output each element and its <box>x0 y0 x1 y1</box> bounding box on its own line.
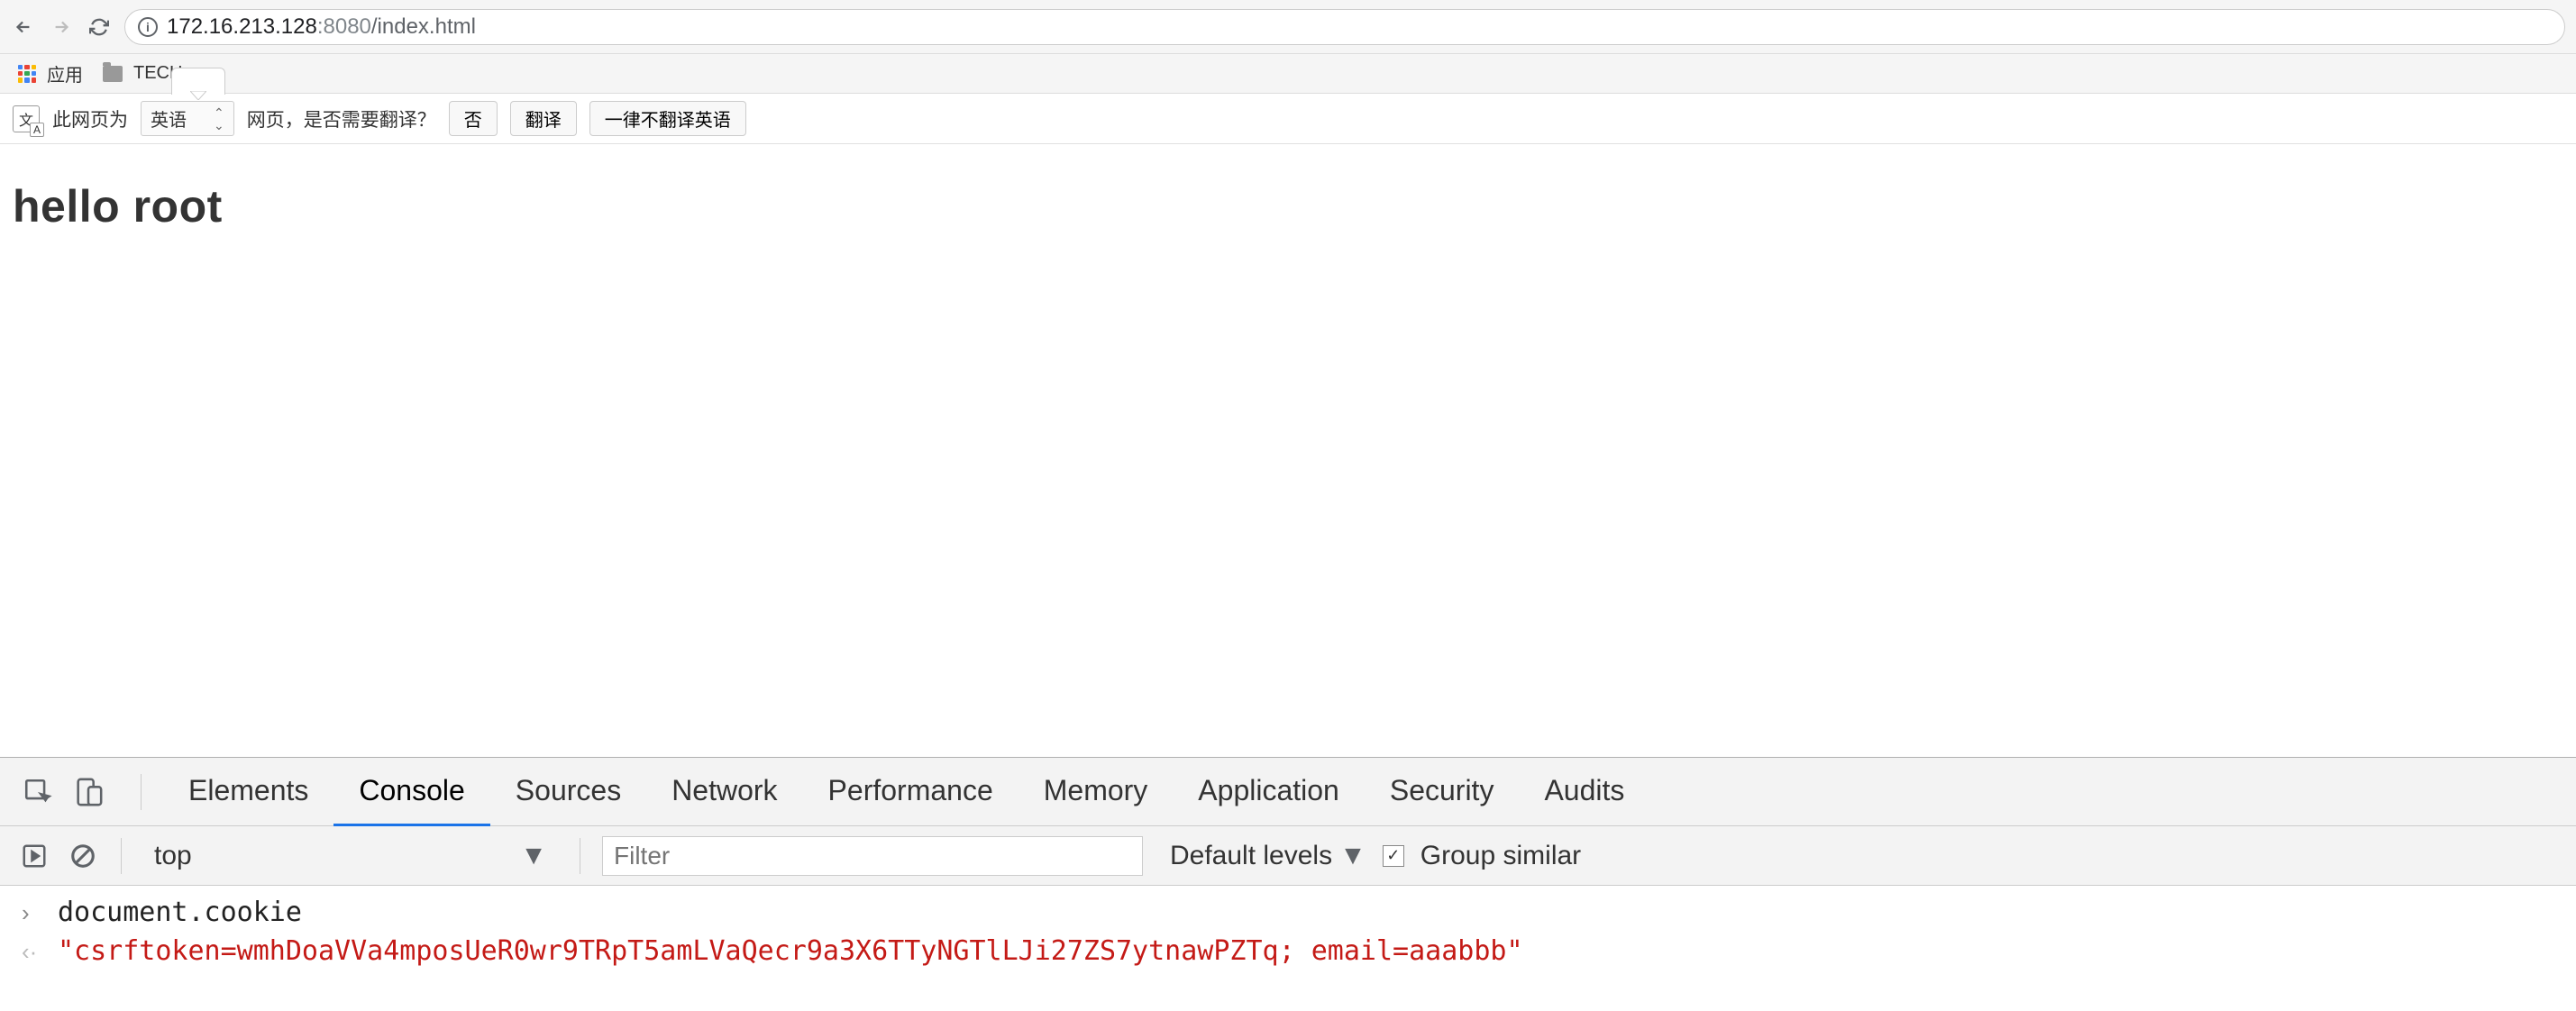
tab-security[interactable]: Security <box>1365 758 1520 826</box>
separator <box>141 774 142 810</box>
bookmarks-bar: 应用 TECH <box>0 54 2576 94</box>
output-prompt-icon: ‹· <box>22 938 40 966</box>
console-command: document.cookie <box>58 897 302 928</box>
context-value: top <box>154 841 192 871</box>
inspect-element-icon[interactable] <box>18 772 58 812</box>
apps-icon[interactable] <box>18 65 36 83</box>
page-heading: hello root <box>13 180 2563 232</box>
reload-button[interactable] <box>87 14 112 40</box>
tab-memory[interactable]: Memory <box>1019 758 1174 826</box>
clear-console-icon[interactable] <box>67 840 99 872</box>
language-select[interactable]: 英语 ⌃⌄ <box>141 101 234 136</box>
tab-console[interactable]: Console <box>333 758 489 826</box>
url-path: /index.html <box>371 14 476 39</box>
translate-no-button[interactable]: 否 <box>449 101 498 136</box>
back-button[interactable] <box>11 14 36 40</box>
translate-never-button[interactable]: 一律不翻译英语 <box>589 101 746 136</box>
tab-performance[interactable]: Performance <box>803 758 1019 826</box>
tab-elements[interactable]: Elements <box>163 758 333 826</box>
apps-label[interactable]: 应用 <box>47 60 83 87</box>
translate-question: 网页，是否需要翻译？ <box>247 105 436 132</box>
url-port: :8080 <box>317 14 371 39</box>
address-bar[interactable]: i 172.16.213.128:8080/index.html <box>124 9 2565 45</box>
play-icon[interactable] <box>18 840 50 872</box>
input-prompt-icon: › <box>22 899 40 927</box>
site-info-icon[interactable]: i <box>138 17 158 37</box>
tab-audits[interactable]: Audits <box>1519 758 1649 826</box>
page-content: hello root <box>0 144 2576 757</box>
group-similar-checkbox[interactable]: ✓ <box>1383 845 1404 867</box>
context-select[interactable]: top ▼ <box>143 841 558 871</box>
translate-bar: 文A 此网页为 英语 ⌃⌄ 网页，是否需要翻译？ 否 翻译 一律不翻译英语 <box>0 94 2576 144</box>
levels-label: Default levels <box>1170 841 1332 871</box>
folder-icon[interactable] <box>103 66 123 82</box>
group-similar-label: Group similar <box>1420 841 1581 871</box>
devtools-panel: Elements Console Sources Network Perform… <box>0 757 2576 978</box>
browser-navbar: i 172.16.213.128:8080/index.html <box>0 0 2576 54</box>
translate-indicator <box>171 68 225 95</box>
tab-network[interactable]: Network <box>646 758 802 826</box>
console-output-line: ‹· "csrftoken=wmhDoaVVa4mposUeR0wr9TRpT5… <box>0 932 2576 970</box>
tab-application[interactable]: Application <box>1173 758 1365 826</box>
caret-down-icon: ▼ <box>1339 841 1366 871</box>
forward-button[interactable] <box>49 14 74 40</box>
log-levels-select[interactable]: Default levels ▼ <box>1170 841 1366 871</box>
console-input-line[interactable]: › document.cookie <box>0 893 2576 932</box>
console-body: › document.cookie ‹· "csrftoken=wmhDoaVV… <box>0 886 2576 978</box>
translate-icon: 文A <box>13 105 40 132</box>
translate-prefix: 此网页为 <box>52 105 128 132</box>
url-host: 172.16.213.128 <box>167 14 317 39</box>
language-value: 英语 <box>151 105 187 132</box>
filter-input[interactable] <box>602 836 1143 876</box>
devtools-tabs: Elements Console Sources Network Perform… <box>0 758 2576 826</box>
console-result: "csrftoken=wmhDoaVVa4mposUeR0wr9TRpT5amL… <box>58 935 1523 967</box>
chevron-updown-icon: ⌃⌄ <box>214 106 224 132</box>
separator <box>121 838 122 874</box>
device-toolbar-icon[interactable] <box>69 772 108 812</box>
caret-down-icon: ▼ <box>520 841 547 871</box>
tab-sources[interactable]: Sources <box>490 758 646 826</box>
console-toolbar: top ▼ Default levels ▼ ✓ Group similar <box>0 826 2576 886</box>
translate-yes-button[interactable]: 翻译 <box>510 101 577 136</box>
